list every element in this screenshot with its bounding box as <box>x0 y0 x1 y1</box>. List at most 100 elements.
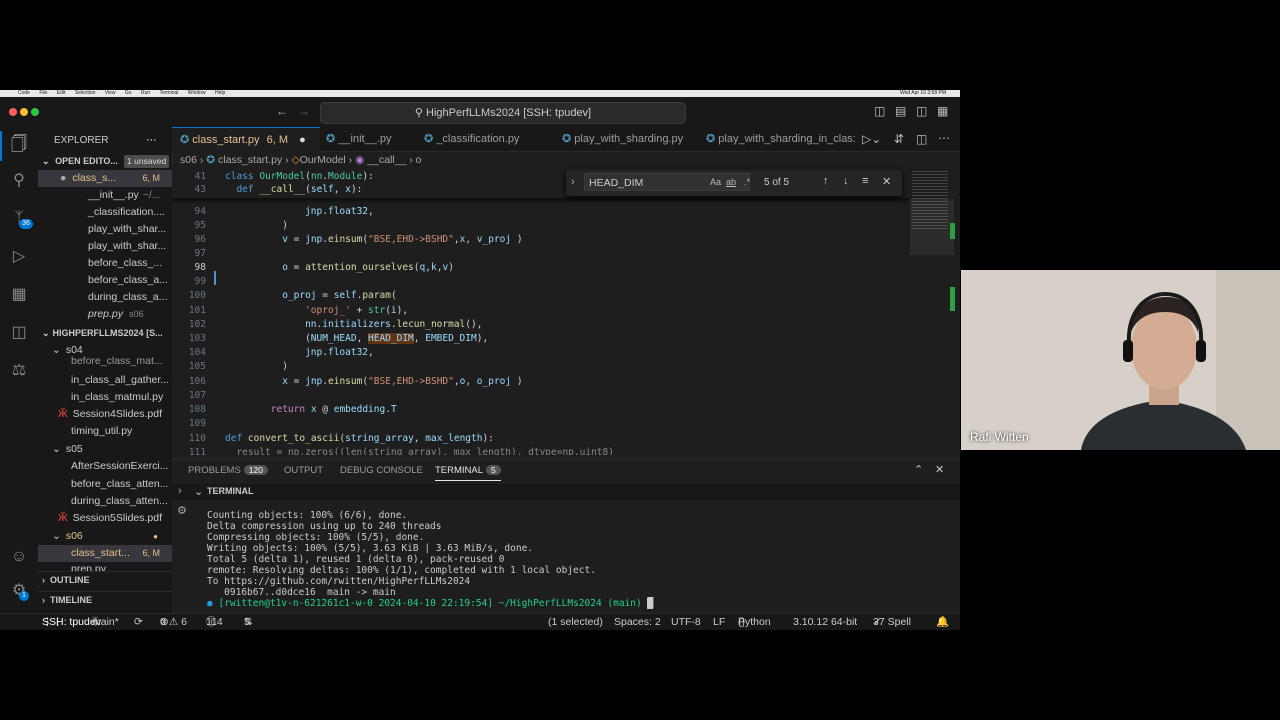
folder-s06[interactable]: ⌄ s06 ● <box>38 528 172 545</box>
whole-word-toggle[interactable]: ab <box>726 177 736 187</box>
breadcrumb-file[interactable]: class_start.py <box>218 154 282 166</box>
file-item-selected[interactable]: class_start... 6, M <box>38 545 172 562</box>
toggle-secondary-sidebar-icon[interactable]: ◫ <box>916 104 927 118</box>
close-window-button[interactable] <box>9 108 17 116</box>
tab-init[interactable]: ✪ __init__.py <box>318 127 400 151</box>
tab-terminal[interactable]: TERMINAL 5 <box>435 465 501 481</box>
regex-toggle[interactable]: .* <box>744 177 750 187</box>
split-editor-icon[interactable]: ◫ <box>916 132 927 146</box>
breadcrumb-class[interactable]: OurModel <box>300 154 346 166</box>
close-icon[interactable]: ✕ <box>935 463 944 476</box>
tab-class-start[interactable]: ✪ class_start.py 6, M ● <box>172 127 320 152</box>
tab-classification[interactable]: ✪ _classification.py <box>416 127 527 151</box>
menu-terminal[interactable]: Terminal <box>159 90 178 96</box>
previous-match-arrow-icon[interactable]: ↑ <box>823 175 829 187</box>
breadcrumb-folder[interactable]: s06 <box>180 154 197 166</box>
menu-code[interactable]: Code <box>18 90 30 96</box>
file-item[interactable]: before_class_mat... <box>38 356 172 367</box>
open-editor-item[interactable]: __init__.py ~/... <box>38 187 172 204</box>
sticky-line[interactable]: def __call__(self, x): <box>225 184 362 195</box>
zoom-window-button[interactable] <box>31 108 39 116</box>
project-folder-header[interactable]: ⌄ HIGHPERFLLMS2024 [S... <box>38 325 172 342</box>
notifications-bell-icon[interactable]: 🔔 <box>936 614 949 630</box>
menu-window[interactable]: Window <box>188 90 206 96</box>
menu-edit[interactable]: Edit <box>57 90 66 96</box>
find-in-selection-icon[interactable]: ≡ <box>862 175 868 187</box>
eol-indicator[interactable]: LF <box>713 614 725 630</box>
file-item[interactable]: during_class_atten... <box>38 493 172 510</box>
breadcrumb-symbol[interactable]: o <box>416 154 422 166</box>
explorer-icon[interactable]: 🗍 <box>7 133 31 157</box>
open-editor-item[interactable]: before_class_... <box>38 255 172 272</box>
menu-help[interactable]: Help <box>215 90 225 96</box>
selection-indicator[interactable]: (1 selected) <box>548 614 603 630</box>
open-editor-item[interactable]: play_with_shar... <box>38 221 172 238</box>
open-editors-header[interactable]: ⌄ OPEN EDITO... 1 unsaved <box>38 153 172 170</box>
tab-debug-console[interactable]: DEBUG CONSOLE <box>340 465 423 476</box>
file-item[interactable]: Ӂ Session4Slides.pdf <box>38 406 172 423</box>
search-icon[interactable]: ⚲ <box>7 169 31 193</box>
source-control-icon[interactable]: ᛉ 36 <box>7 207 33 231</box>
toggle-panel-icon[interactable]: ▤ <box>895 104 906 118</box>
file-item[interactable]: in_class_matmul.py <box>38 389 172 406</box>
minimize-window-button[interactable] <box>20 108 28 116</box>
minimap[interactable] <box>910 169 960 455</box>
folder-s05[interactable]: ⌄ s05 <box>38 441 172 458</box>
more-actions-icon[interactable]: ⋯ <box>146 132 166 149</box>
chevron-right-icon[interactable]: › <box>571 176 575 188</box>
code-editor[interactable]: 94 jnp.float32, 95 ) 96 v = jnp.einsum("… <box>172 169 910 455</box>
open-editor-item[interactable]: _classification.... <box>38 204 172 221</box>
maximize-panel-icon[interactable]: ⌃ <box>914 463 923 476</box>
sticky-line[interactable]: class OurModel(nn.Module): <box>225 171 374 182</box>
close-icon[interactable]: ✕ <box>882 175 891 188</box>
file-item[interactable]: AfterSessionExerci... <box>38 458 172 475</box>
terminal-prompt[interactable]: ● [rwitten@t1v-n-621261c1-w-0 2024-04-10… <box>207 598 654 609</box>
indentation-indicator[interactable]: Spaces: 2 <box>614 614 661 630</box>
terminal-debug-icon[interactable]: ⚙ <box>177 504 187 517</box>
menu-view[interactable]: View <box>105 90 116 96</box>
back-arrow-icon[interactable]: ← <box>276 104 288 118</box>
file-item[interactable]: before_class_atten... <box>38 476 172 493</box>
forward-arrow-icon[interactable]: → <box>298 104 310 118</box>
open-editor-item[interactable]: during_class_a... <box>38 289 172 306</box>
outline-header[interactable]: › OUTLINE <box>38 571 172 589</box>
tab-play-with-sharding[interactable]: ✪ play_with_sharding.py <box>554 127 691 151</box>
customize-layout-icon[interactable]: ▦ <box>937 104 948 118</box>
open-editor-item[interactable]: ● class_s... 6, M <box>38 170 172 187</box>
sync-icon[interactable]: ⟳ <box>134 614 143 630</box>
run-file-icon[interactable]: ▷⌄ <box>862 132 881 146</box>
open-editor-item[interactable]: play_with_shar... <box>38 238 172 255</box>
encoding-indicator[interactable]: UTF-8 <box>671 614 701 630</box>
next-match-arrow-icon[interactable]: ↓ <box>843 175 849 187</box>
tab-play-with-sharding-in-class[interactable]: ✪ play_with_sharding_in_clas: <box>698 127 864 151</box>
extensions-icon[interactable]: ▦ <box>7 283 31 307</box>
menu-selection[interactable]: Selection <box>75 90 96 96</box>
file-item[interactable]: in_class_all_gather... <box>38 372 172 389</box>
interpreter-indicator[interactable]: 3.10.12 64-bit <box>793 614 857 630</box>
breadcrumb-method[interactable]: __call__ <box>367 154 406 166</box>
menu-go[interactable]: Go <box>125 90 132 96</box>
run-debug-icon[interactable]: ▷ <box>7 245 31 269</box>
more-actions-icon[interactable]: ⋯ <box>938 131 950 145</box>
tab-output[interactable]: OUTPUT <box>284 465 323 476</box>
toggle-sidebar-icon[interactable]: ◫ <box>874 104 885 118</box>
testing-flask-icon[interactable]: ⚖ <box>7 359 31 383</box>
timeline-header[interactable]: › TIMELINE <box>38 591 172 609</box>
unsaved-dot-icon[interactable]: ● <box>299 134 306 146</box>
manage-gear-icon[interactable]: ⚙ 1 <box>7 579 31 603</box>
open-editor-item[interactable]: prep.py s06 <box>38 306 172 323</box>
file-item[interactable]: Ӂ Session5Slides.pdf <box>38 510 172 527</box>
chevron-down-icon[interactable]: ⌄ <box>194 485 203 498</box>
match-case-toggle[interactable]: Aa <box>710 177 721 187</box>
file-item[interactable]: timing_util.py <box>38 423 172 440</box>
accounts-icon[interactable]: ☺ <box>7 545 31 569</box>
compare-changes-icon[interactable]: ⇵ <box>894 132 904 146</box>
file-item[interactable]: prep.py <box>38 562 172 571</box>
chevron-right-icon[interactable]: › <box>178 485 182 497</box>
open-editor-item[interactable]: before_class_a... <box>38 272 172 289</box>
tab-problems[interactable]: PROBLEMS 120 <box>188 465 268 476</box>
menu-run[interactable]: Run <box>141 90 150 96</box>
menu-file[interactable]: File <box>39 90 47 96</box>
command-center-search[interactable]: ⚲ HighPerfLLMs2024 [SSH: tpudev] <box>320 102 686 124</box>
remote-explorer-icon[interactable]: ◫ <box>7 321 31 345</box>
